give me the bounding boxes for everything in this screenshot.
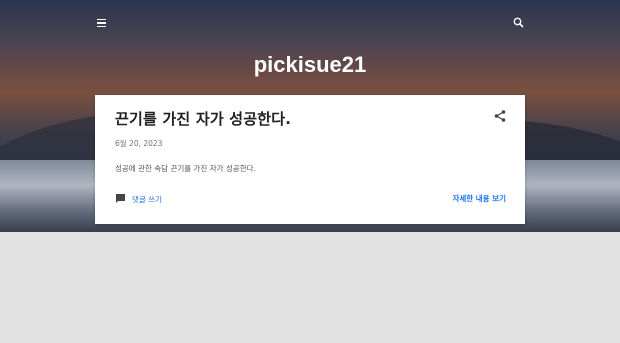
comment-icon: [115, 193, 126, 206]
post-title[interactable]: 끈기를 가진 자가 성공한다.: [115, 108, 291, 129]
post-date[interactable]: 6월 20, 2023: [115, 138, 162, 149]
search-icon[interactable]: [510, 14, 528, 32]
post-snippet: 성공에 관한 속담 끈기를 가진 자가 성공한다.: [115, 164, 256, 173]
comment-link[interactable]: 댓글 쓰기: [115, 193, 162, 206]
post-card: 끈기를 가진 자가 성공한다. 6월 20, 2023 성공에 관한 속담 끈기…: [95, 95, 525, 224]
share-icon[interactable]: [493, 108, 507, 122]
hamburger-menu-icon[interactable]: [92, 14, 110, 32]
read-more-link[interactable]: 자세한 내용 보기: [452, 193, 506, 204]
comment-label: 댓글 쓰기: [132, 195, 162, 204]
site-title[interactable]: pickisue21: [0, 52, 620, 78]
